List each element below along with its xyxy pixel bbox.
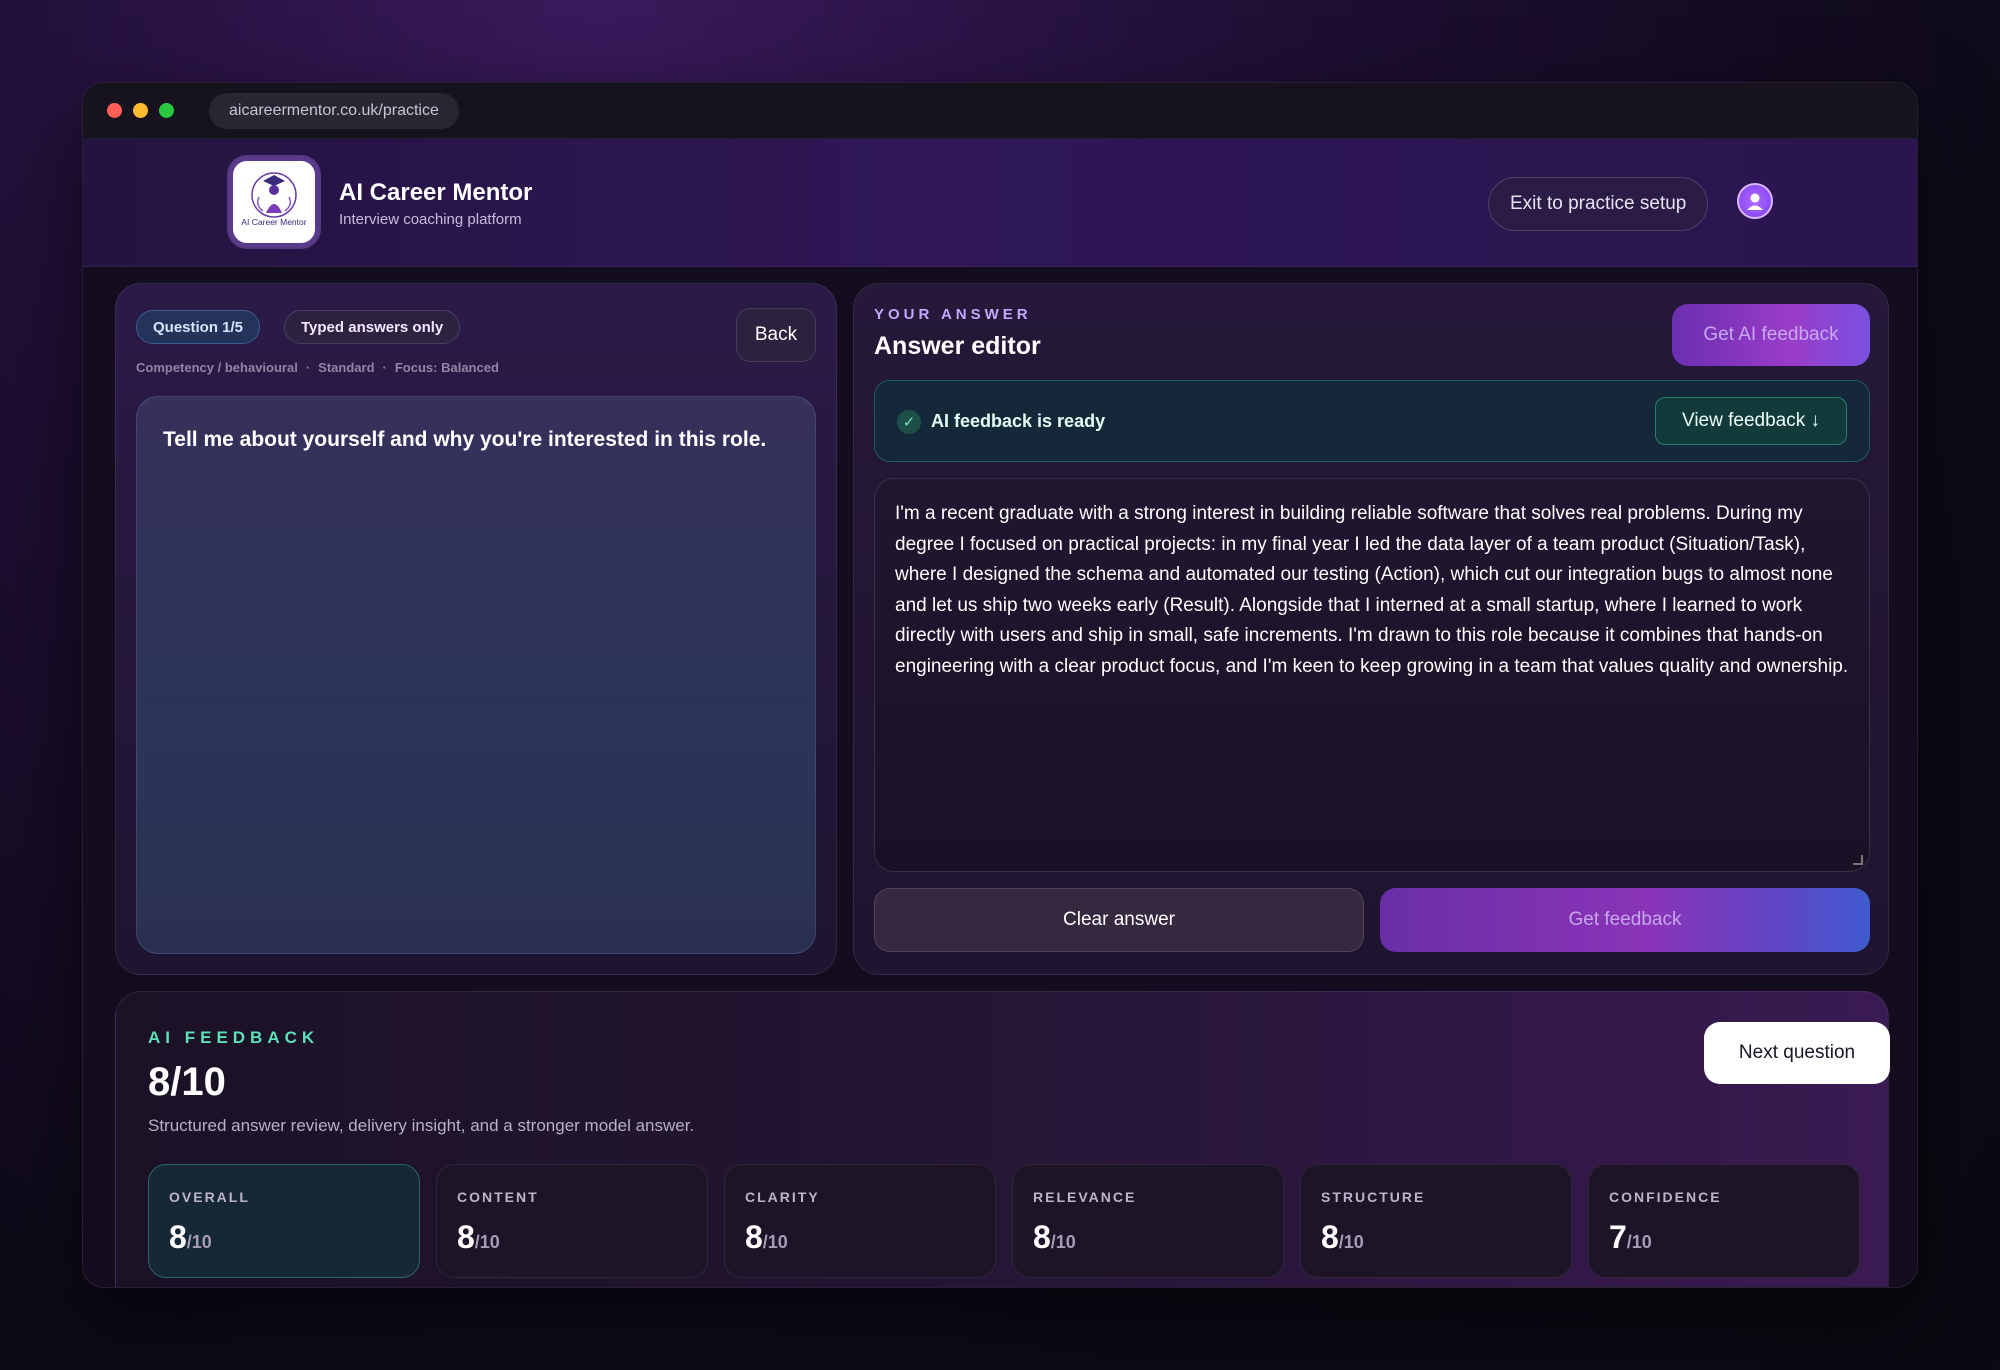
score-card-clarity[interactable]: CLARITY 8/10 [724, 1164, 996, 1278]
graduate-logo-icon: AI Career Mentor [241, 172, 307, 227]
question-panel: Question 1/5 Typed answers only Back Com… [115, 283, 837, 975]
minimize-window-icon[interactable] [133, 103, 148, 118]
brand-logo[interactable]: AI Career Mentor [229, 157, 319, 247]
answer-eyebrow: YOUR ANSWER [874, 306, 1032, 323]
feedback-description: Structured answer review, delivery insig… [148, 1116, 695, 1135]
avatar[interactable] [1737, 183, 1773, 219]
browser-titlebar: aicareermentor.co.uk/practice [83, 83, 1917, 139]
score-number: 8 [1033, 1219, 1051, 1255]
browser-window: aicareermentor.co.uk/practice AI Career … [82, 82, 1918, 1288]
address-bar[interactable]: aicareermentor.co.uk/practice [209, 92, 459, 129]
app-header: AI Career Mentor AI Career Mentor Interv… [83, 139, 1917, 267]
brand-title: AI Career Mentor [339, 179, 533, 206]
answer-textarea[interactable]: I'm a recent graduate with a strong inte… [874, 478, 1870, 872]
svg-text:AI Career Mentor: AI Career Mentor [241, 217, 306, 227]
answer-mode-badge: Typed answers only [284, 310, 461, 344]
score-value: 8/10 [1321, 1219, 1364, 1256]
question-meta: Competency / behavioural · Standard · Focus:… [136, 360, 499, 375]
score-value: 7/10 [1609, 1219, 1652, 1256]
score-value: 8/10 [457, 1219, 500, 1256]
feedback-score: 8/10 [148, 1060, 226, 1104]
answer-panel: YOUR ANSWER Answer editor Get AI feedbac… [853, 283, 1889, 975]
question-category: Competency / behavioural [136, 360, 298, 375]
feedback-ready-banner: ✓ AI feedback is ready View feedback ↓ [874, 380, 1870, 462]
view-feedback-button[interactable]: View feedback ↓ [1655, 397, 1847, 445]
feedback-panel: AI FEEDBACK 8/10 Structured answer revie… [115, 991, 1890, 1287]
question-difficulty: Standard [318, 360, 375, 375]
close-window-icon[interactable] [107, 103, 122, 118]
score-value: 8/10 [745, 1219, 788, 1256]
score-denominator: /10 [1050, 1232, 1076, 1252]
question-card: Tell me about yourself and why you're in… [136, 396, 816, 954]
score-number: 7 [1609, 1219, 1627, 1255]
score-label: OVERALL [169, 1189, 250, 1205]
score-denominator: /10 [186, 1232, 212, 1252]
score-card-confidence[interactable]: CONFIDENCE 7/10 [1588, 1164, 1860, 1278]
question-progress-badge: Question 1/5 [136, 310, 261, 344]
score-number: 8 [457, 1219, 475, 1255]
score-label: CONTENT [457, 1189, 539, 1205]
score-number: 8 [1321, 1219, 1339, 1255]
question-text: Tell me about yourself and why you're in… [163, 428, 767, 451]
user-avatar-icon [1747, 193, 1763, 210]
next-question-button[interactable]: Next question [1704, 1022, 1890, 1084]
score-denominator: /10 [1626, 1232, 1652, 1252]
score-denominator: /10 [474, 1232, 500, 1252]
score-card-structure[interactable]: STRUCTURE 8/10 [1300, 1164, 1572, 1278]
score-denominator: /10 [762, 1232, 788, 1252]
score-label: CONFIDENCE [1609, 1189, 1722, 1205]
score-label: RELEVANCE [1033, 1189, 1137, 1205]
get-ai-feedback-button[interactable]: Get AI feedback [1672, 304, 1870, 366]
meta-separator: · [382, 360, 387, 375]
meta-separator: · [305, 360, 311, 375]
score-number: 8 [745, 1219, 763, 1255]
score-number: 8 [169, 1219, 187, 1255]
score-label: STRUCTURE [1321, 1189, 1426, 1205]
exit-practice-button[interactable]: Exit to practice setup [1488, 177, 1709, 231]
score-value: 8/10 [1033, 1219, 1076, 1256]
back-button[interactable]: Back [736, 308, 816, 362]
score-card-content[interactable]: CONTENT 8/10 [436, 1164, 708, 1278]
clear-answer-button[interactable]: Clear answer [874, 888, 1364, 952]
maximize-window-icon[interactable] [159, 103, 174, 118]
feedback-ready-text: AI feedback is ready [931, 411, 1106, 431]
score-value: 8/10 [169, 1219, 212, 1256]
brand-subtitle: Interview coaching platform [339, 211, 522, 228]
question-focus: Focus: Balanced [394, 360, 499, 375]
feedback-eyebrow: AI FEEDBACK [148, 1028, 320, 1047]
check-icon: ✓ [897, 410, 921, 434]
score-denominator: /10 [1338, 1232, 1364, 1252]
score-card-relevance[interactable]: RELEVANCE 8/10 [1012, 1164, 1284, 1278]
get-feedback-button[interactable]: Get feedback [1380, 888, 1870, 952]
answer-text: I'm a recent graduate with a strong inte… [895, 503, 1849, 677]
resize-handle-icon[interactable] [1853, 855, 1863, 865]
answer-editor-title: Answer editor [874, 332, 1041, 360]
score-card-overall[interactable]: OVERALL 8/10 [148, 1164, 420, 1278]
score-label: CLARITY [745, 1189, 820, 1205]
